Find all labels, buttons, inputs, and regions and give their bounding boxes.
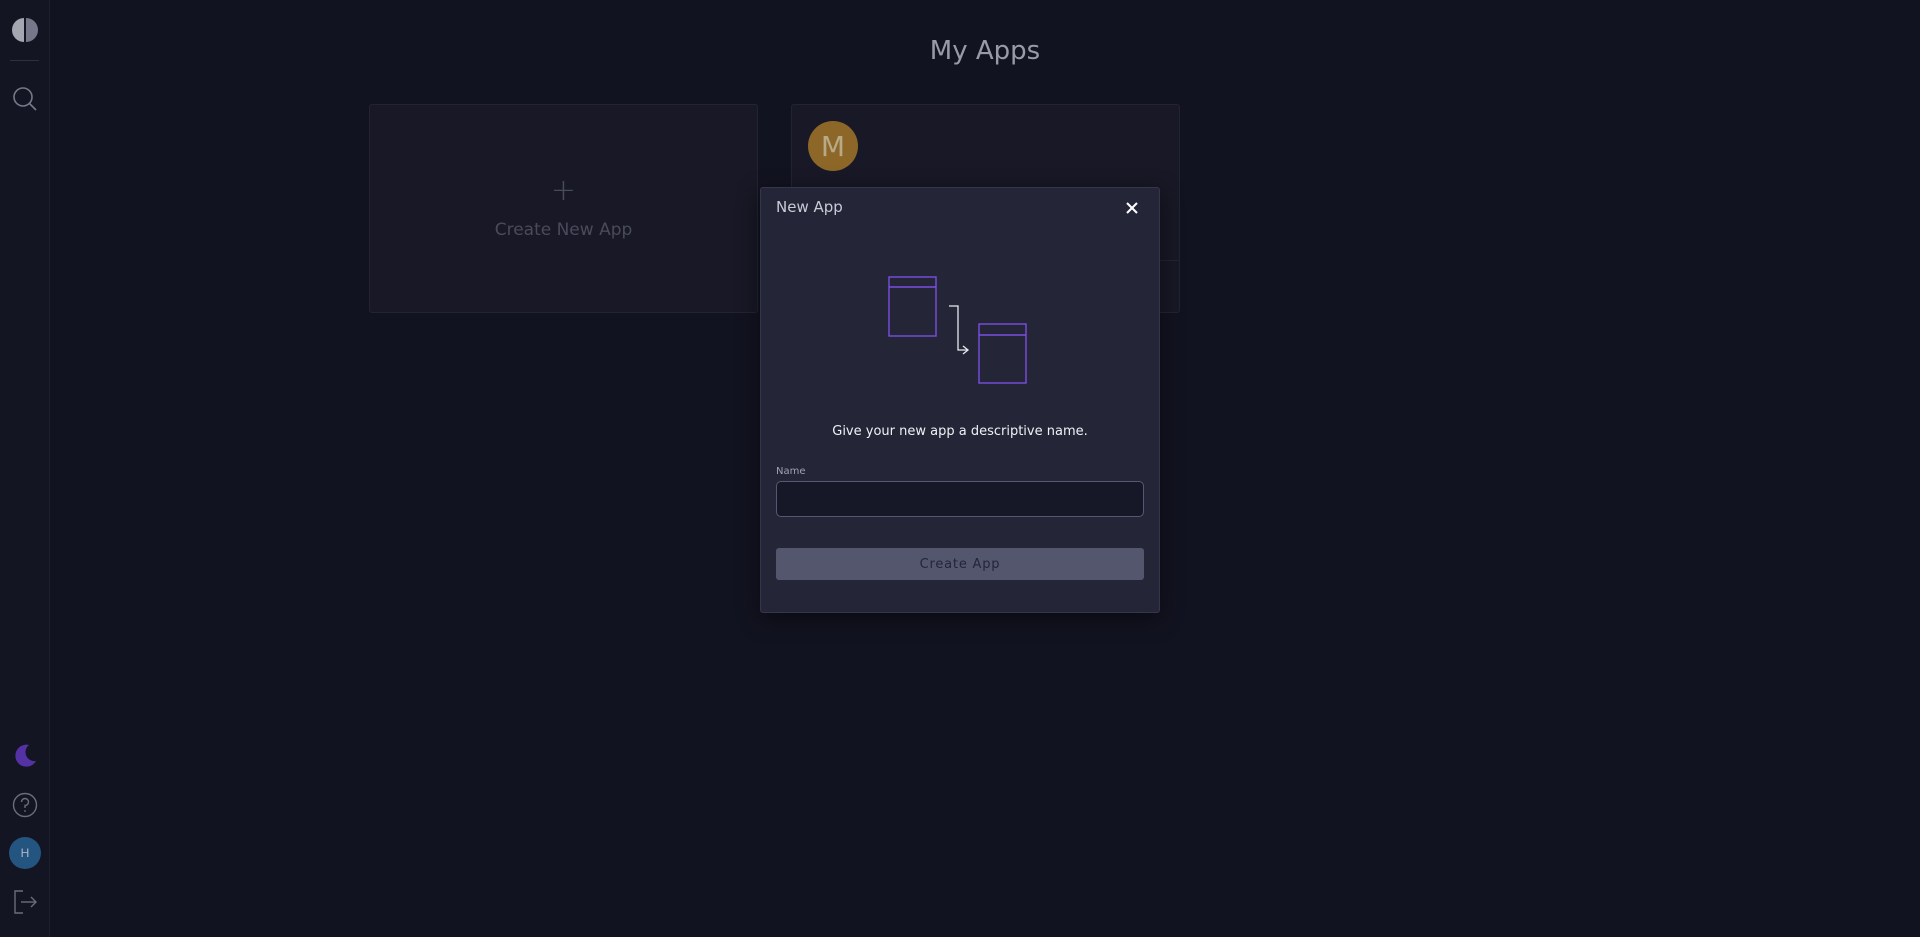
create-app-button[interactable]: Create App: [776, 548, 1144, 580]
modal-title: New App: [776, 198, 843, 216]
name-field-label: Name: [776, 466, 806, 477]
new-app-illustration-icon: [888, 276, 1027, 384]
modal-description: Give your new app a descriptive name.: [832, 424, 1088, 439]
close-icon[interactable]: [1123, 199, 1141, 217]
app-root: H My Apps + Create New App M New App Giv…: [0, 0, 1920, 937]
name-input[interactable]: [776, 481, 1144, 517]
new-app-modal: New App Give your new app a descriptive …: [760, 187, 1160, 613]
